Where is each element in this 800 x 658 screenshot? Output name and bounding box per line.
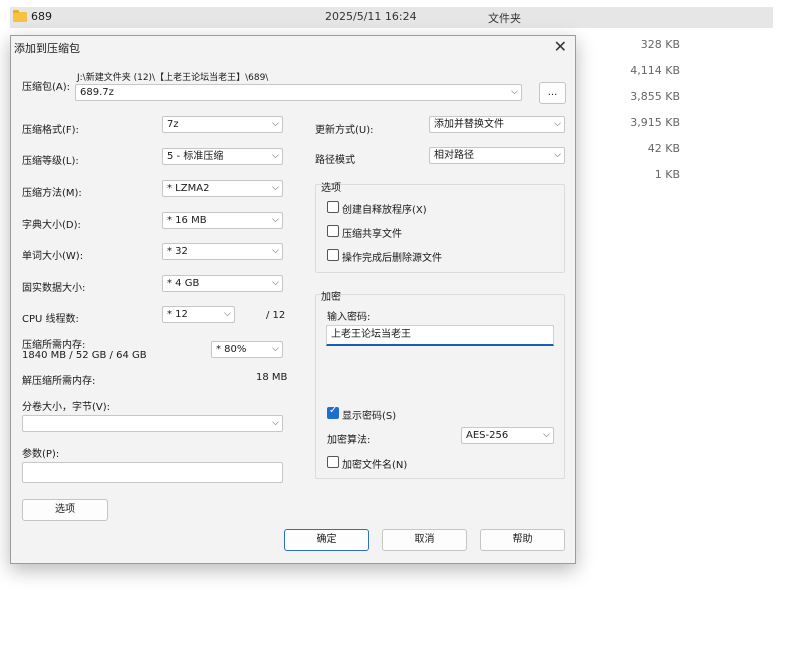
- mem-percent-select[interactable]: * 80% ⌵: [211, 341, 283, 358]
- chevron-down-icon: ⌵: [543, 430, 550, 440]
- sfx-checkbox[interactable]: [327, 201, 339, 213]
- solid-label: 固实数据大小:: [22, 283, 86, 294]
- chevron-down-icon: ⌵: [272, 278, 279, 288]
- delete-checkbox[interactable]: [327, 249, 339, 261]
- threads-value: * 12: [167, 309, 188, 320]
- chevron-down-icon: ⌵: [272, 183, 279, 193]
- dict-select[interactable]: * 16 MB ⌵: [162, 212, 283, 229]
- word-value: * 32: [167, 246, 188, 257]
- method-select[interactable]: * LZMA2 ⌵: [162, 180, 283, 197]
- decomp-label: 解压缩所需内存:: [22, 376, 96, 387]
- threads-select[interactable]: * 12 ⌵: [162, 306, 235, 323]
- level-select[interactable]: 5 - 标准压缩 ⌵: [162, 148, 283, 165]
- chevron-down-icon: ⌵: [554, 119, 561, 129]
- split-label: 分卷大小，字节(V):: [22, 402, 111, 413]
- dict-value: * 16 MB: [167, 215, 207, 226]
- add-to-archive-dialog: 添加到压缩包 ✕ 压缩包(A): J:\新建文件夹 (12)\【上老王论坛当老王…: [10, 35, 576, 564]
- folder-name: 689: [31, 10, 52, 23]
- dict-label: 字典大小(D):: [22, 220, 81, 231]
- path-value: 相对路径: [434, 150, 474, 161]
- level-value: 5 - 标准压缩: [167, 151, 224, 162]
- archive-name-value: 689.7z: [80, 87, 114, 98]
- archive-name-combo[interactable]: 689.7z ⌵: [75, 84, 522, 101]
- chevron-down-icon[interactable]: ⌵: [511, 85, 518, 100]
- format-label: 压缩格式(F):: [22, 125, 79, 136]
- password-label: 输入密码:: [327, 312, 371, 323]
- show-password-checkbox[interactable]: [327, 405, 339, 419]
- path-label: 路径模式: [315, 155, 355, 166]
- show-password-label: 显示密码(S): [342, 411, 397, 422]
- params-label: 参数(P):: [22, 449, 60, 460]
- options-group-title: 选项: [321, 183, 341, 194]
- solid-value: * 4 GB: [167, 278, 200, 289]
- password-value: 上老王论坛当老王: [331, 329, 411, 340]
- path-select[interactable]: 相对路径 ⌵: [429, 147, 565, 164]
- options-button[interactable]: 选项: [22, 499, 108, 521]
- archive-path: J:\新建文件夹 (12)\【上老王论坛当老王】\689\: [77, 73, 269, 83]
- enc-method-select[interactable]: AES-256 ⌵: [461, 427, 554, 444]
- word-label: 单词大小(W):: [22, 251, 84, 262]
- password-input[interactable]: 上老王论坛当老王: [326, 325, 554, 346]
- file-size: 42 KB: [647, 142, 680, 155]
- threads-total: / 12: [266, 310, 286, 321]
- chevron-down-icon: ⌵: [272, 119, 279, 129]
- folder-date: 2025/5/11 16:24: [325, 10, 417, 23]
- format-value: 7z: [167, 119, 179, 130]
- solid-select[interactable]: * 4 GB ⌵: [162, 275, 283, 292]
- ok-button[interactable]: 确定: [284, 529, 369, 551]
- chevron-down-icon: ⌵: [554, 150, 561, 160]
- chevron-down-icon: ⌵: [272, 344, 279, 354]
- level-label: 压缩等级(L):: [22, 156, 79, 167]
- encrypt-names-checkbox[interactable]: [327, 456, 339, 468]
- params-input[interactable]: [22, 462, 283, 483]
- file-size: 3,855 KB: [630, 90, 680, 103]
- folder-icon: [13, 10, 27, 22]
- encrypt-group-title: 加密: [321, 292, 341, 303]
- chevron-down-icon: ⌵: [272, 246, 279, 256]
- cancel-button[interactable]: 取消: [382, 529, 467, 551]
- threads-label: CPU 线程数:: [22, 314, 79, 325]
- encrypt-names-label: 加密文件名(N): [342, 460, 408, 471]
- explorer-row-689[interactable]: 689 2025/5/11 16:24 文件夹: [10, 7, 773, 28]
- shared-label: 压缩共享文件: [342, 229, 402, 240]
- file-size: 328 KB: [640, 38, 680, 51]
- method-value: * LZMA2: [167, 183, 210, 194]
- update-label: 更新方式(U):: [315, 125, 374, 136]
- chevron-down-icon: ⌵: [224, 309, 231, 319]
- close-icon[interactable]: ✕: [554, 37, 567, 56]
- format-select[interactable]: 7z ⌵: [162, 116, 283, 133]
- update-select[interactable]: 添加并替换文件 ⌵: [429, 116, 565, 133]
- help-button[interactable]: 帮助: [480, 529, 565, 551]
- file-size: 4,114 KB: [630, 64, 680, 77]
- archive-label: 压缩包(A):: [22, 82, 71, 93]
- sfx-label: 创建自释放程序(X): [342, 205, 427, 216]
- folder-type: 文件夹: [488, 12, 521, 25]
- mem-value: 1840 MB / 52 GB / 64 GB: [22, 350, 147, 361]
- method-label: 压缩方法(M):: [22, 188, 82, 199]
- file-size: 1 KB: [654, 168, 680, 181]
- chevron-down-icon: ⌵: [272, 215, 279, 225]
- mem-label: 压缩所需内存:: [22, 340, 86, 351]
- update-value: 添加并替换文件: [434, 119, 504, 130]
- browse-button[interactable]: ...: [539, 82, 566, 104]
- split-select[interactable]: ⌵: [22, 415, 283, 432]
- mem-percent-value: * 80%: [216, 344, 247, 355]
- enc-method-label: 加密算法:: [327, 435, 371, 446]
- enc-method-value: AES-256: [466, 430, 509, 441]
- shared-checkbox[interactable]: [327, 225, 339, 237]
- delete-label: 操作完成后删除源文件: [342, 253, 442, 264]
- chevron-down-icon: ⌵: [272, 418, 279, 428]
- file-size: 3,915 KB: [630, 116, 680, 129]
- decomp-value: 18 MB: [256, 372, 288, 383]
- word-select[interactable]: * 32 ⌵: [162, 243, 283, 260]
- dialog-title: 添加到压缩包: [14, 42, 80, 55]
- chevron-down-icon: ⌵: [272, 151, 279, 161]
